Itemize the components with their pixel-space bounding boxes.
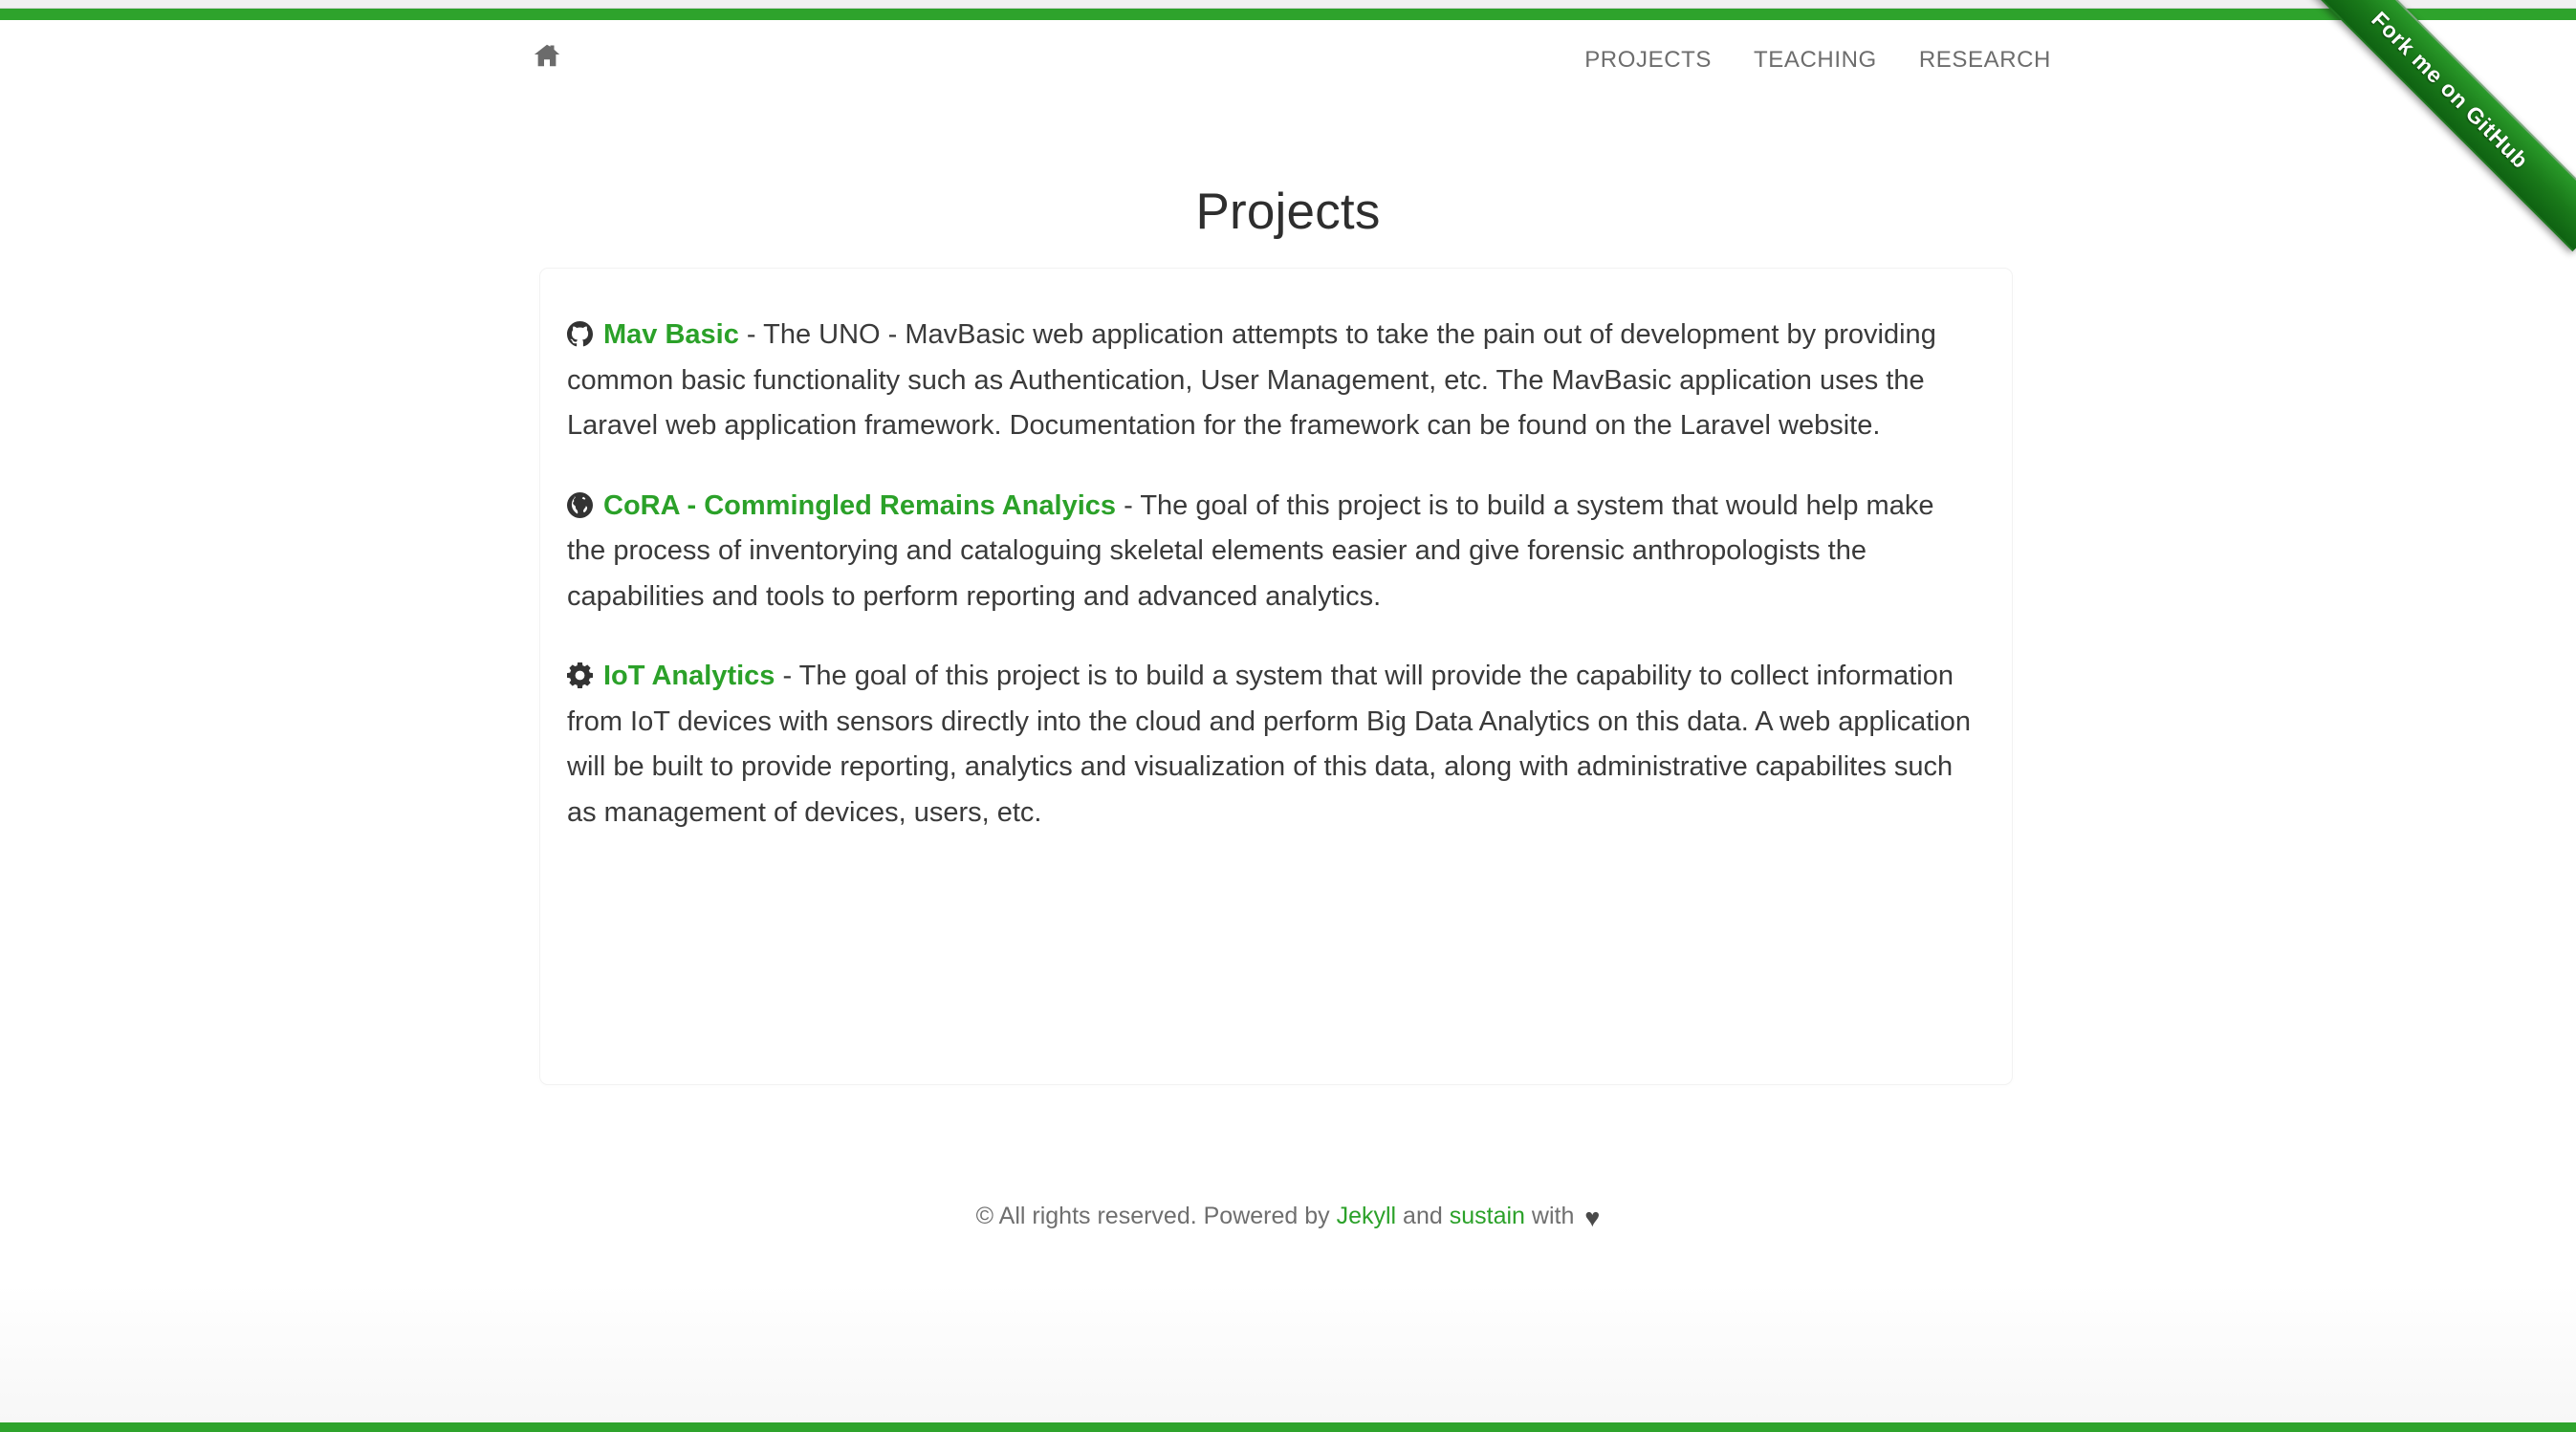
browser-chrome-strip xyxy=(0,0,2576,9)
home-icon xyxy=(533,41,561,70)
project-description: The UNO - MavBasic web application attem… xyxy=(567,319,1936,442)
project-link-mav-basic[interactable]: Mav Basic xyxy=(603,319,739,350)
project-link-iot-analytics[interactable]: IoT Analytics xyxy=(603,661,775,691)
home-link[interactable] xyxy=(533,41,561,70)
footer-link-sustain[interactable]: sustain xyxy=(1450,1203,1525,1229)
heart-icon: ♥ xyxy=(1584,1204,1601,1232)
globe-icon xyxy=(567,491,593,518)
project-item-mav-basic: Mav Basic - The UNO - MavBasic web appli… xyxy=(567,313,1976,449)
footer-and-text: and xyxy=(1396,1203,1450,1229)
nav-link-research[interactable]: RESEARCH xyxy=(1919,47,2051,74)
project-item-cora: CoRA - Commingled Remains Analyics - The… xyxy=(567,484,1976,620)
bottom-accent-bar xyxy=(0,1422,2576,1432)
footer-credits: © All rights reserved. Powered by Jekyll… xyxy=(0,1203,2576,1233)
nav-link-projects[interactable]: PROJECTS xyxy=(1584,47,1712,74)
github-icon xyxy=(567,321,593,347)
site-footer: © All rights reserved. Powered by Jekyll… xyxy=(0,1107,2576,1422)
page-root: PROJECTS TEACHING RESEARCH Fork me on Gi… xyxy=(0,0,2576,1432)
nav-link-teaching[interactable]: TEACHING xyxy=(1754,47,1877,74)
project-separator: - xyxy=(775,661,799,692)
project-item-iot-analytics: IoT Analytics - The goal of this project… xyxy=(567,654,1976,835)
project-separator: - xyxy=(738,319,764,350)
project-separator: - xyxy=(1116,489,1141,521)
gear-icon xyxy=(567,662,593,689)
page-title: Projects xyxy=(1195,184,1381,240)
projects-card: Mav Basic - The UNO - MavBasic web appli… xyxy=(539,268,2013,1085)
top-accent-bar xyxy=(0,9,2576,20)
footer-copyright-text: © All rights reserved. Powered by xyxy=(975,1203,1337,1229)
site-navbar: PROJECTS TEACHING RESEARCH xyxy=(0,20,2576,98)
project-link-cora[interactable]: CoRA - Commingled Remains Analyics xyxy=(603,490,1116,521)
footer-link-jekyll[interactable]: Jekyll xyxy=(1337,1203,1397,1229)
nav-link-list: PROJECTS TEACHING RESEARCH xyxy=(1584,47,2051,74)
footer-with-text: with xyxy=(1524,1203,1582,1229)
